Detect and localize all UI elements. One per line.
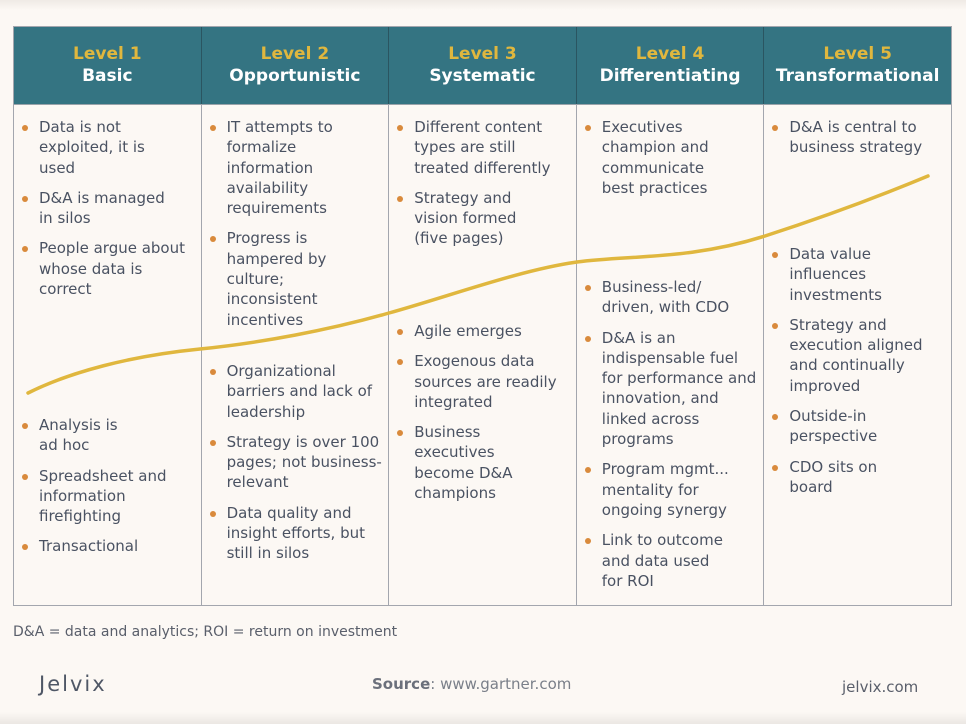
table-header: Level 1 Basic Level 2 Opportunistic Leve… — [14, 27, 951, 105]
source-value: : www.gartner.com — [430, 675, 572, 693]
header-level-3: Level 3 Systematic — [389, 27, 577, 104]
list-item: People argue about whose data is correct — [14, 238, 201, 299]
list-item: Analysis is ad hoc — [14, 415, 201, 456]
list-item: Transactional — [14, 536, 201, 556]
column-level-5: D&A is central to business strategy Data… — [764, 104, 951, 606]
top-items: Data is not exploited, it is used D&A is… — [14, 117, 201, 309]
level-number: Level 5 — [823, 44, 892, 64]
column-level-3: Different content types are still treate… — [389, 104, 577, 606]
level-name: Transformational — [775, 66, 940, 86]
list-item: Progress is hampered by culture; inconsi… — [202, 228, 389, 329]
source-label: Source — [372, 675, 431, 693]
list-item: Organizational barriers and lack of lead… — [202, 361, 389, 422]
bottom-items: Data value influences investments Strate… — [764, 244, 951, 507]
bottom-shade — [0, 712, 966, 724]
list-item: Link to outcome and data used for ROI — [577, 530, 764, 591]
column-level-4: Executives champion and communicate best… — [577, 104, 765, 606]
list-item: Strategy is over 100 pages; not business… — [202, 432, 389, 493]
list-item: Strategy and vision formed (five pages) — [389, 188, 576, 249]
list-item: Strategy and execution aligned and conti… — [764, 315, 951, 396]
list-item: Data value influences investments — [764, 244, 951, 305]
header-level-1: Level 1 Basic — [14, 27, 202, 104]
level-name: Basic — [82, 66, 133, 86]
top-items: D&A is central to business strategy — [764, 117, 951, 168]
list-item: D&A is central to business strategy — [764, 117, 951, 158]
level-number: Level 3 — [448, 44, 517, 64]
top-items: IT attempts to formalize information ava… — [202, 117, 389, 340]
list-item: Data quality and insight efforts, but st… — [202, 503, 389, 564]
bottom-items: Analysis is ad hoc Spreadsheet and infor… — [14, 415, 201, 567]
list-item: Different content types are still treate… — [389, 117, 576, 178]
level-number: Level 1 — [73, 44, 142, 64]
header-level-4: Level 4 Differentiating — [577, 27, 765, 104]
level-number: Level 4 — [635, 44, 705, 64]
header-level-2: Level 2 Opportunistic — [202, 27, 390, 104]
level-name: Differentiating — [599, 66, 741, 86]
bottom-items: Organizational barriers and lack of lead… — [202, 361, 389, 574]
list-item: Business-led/ driven, with CDO — [577, 277, 764, 318]
list-item: CDO sits on board — [764, 457, 951, 498]
site-url: jelvix.com — [842, 678, 919, 696]
list-item: Spreadsheet and information firefighting — [14, 466, 201, 527]
header-level-5: Level 5 Transformational — [764, 27, 951, 104]
list-item: D&A is managed in silos — [14, 188, 201, 229]
list-item: IT attempts to formalize information ava… — [202, 117, 389, 218]
bottom-items: Business-led/ driven, with CDO D&A is an… — [577, 277, 764, 601]
column-level-1: Data is not exploited, it is used D&A is… — [14, 104, 202, 606]
list-item: Business executives become D&A champions — [389, 422, 576, 503]
list-item: Exogenous data sources are readily integ… — [389, 351, 576, 412]
level-number: Level 2 — [260, 44, 330, 64]
list-item: D&A is an indispensable fuel for perform… — [577, 328, 764, 450]
source-credit: Source: www.gartner.com — [372, 675, 571, 693]
list-item: Program mgmt... mentality for ongoing sy… — [577, 459, 764, 520]
list-item: Executives champion and communicate best… — [577, 117, 764, 198]
top-items: Executives champion and communicate best… — [577, 117, 764, 208]
bottom-items: Agile emerges Exogenous data sources are… — [389, 321, 576, 513]
list-item: Data is not exploited, it is used — [14, 117, 201, 178]
top-items: Different content types are still treate… — [389, 117, 576, 259]
list-item: Agile emerges — [389, 321, 576, 341]
jelvix-logo: Jelvix — [39, 672, 107, 696]
list-item: Outside-in perspective — [764, 406, 951, 447]
top-shade — [0, 0, 966, 10]
level-name: Opportunistic — [229, 66, 361, 86]
footnote: D&A = data and analytics; ROI = return o… — [13, 624, 398, 640]
table-body: Data is not exploited, it is used D&A is… — [14, 104, 951, 606]
column-level-2: IT attempts to formalize information ava… — [202, 104, 390, 606]
maturity-model-table: Level 1 Basic Level 2 Opportunistic Leve… — [13, 26, 952, 606]
level-name: Systematic — [429, 66, 536, 86]
